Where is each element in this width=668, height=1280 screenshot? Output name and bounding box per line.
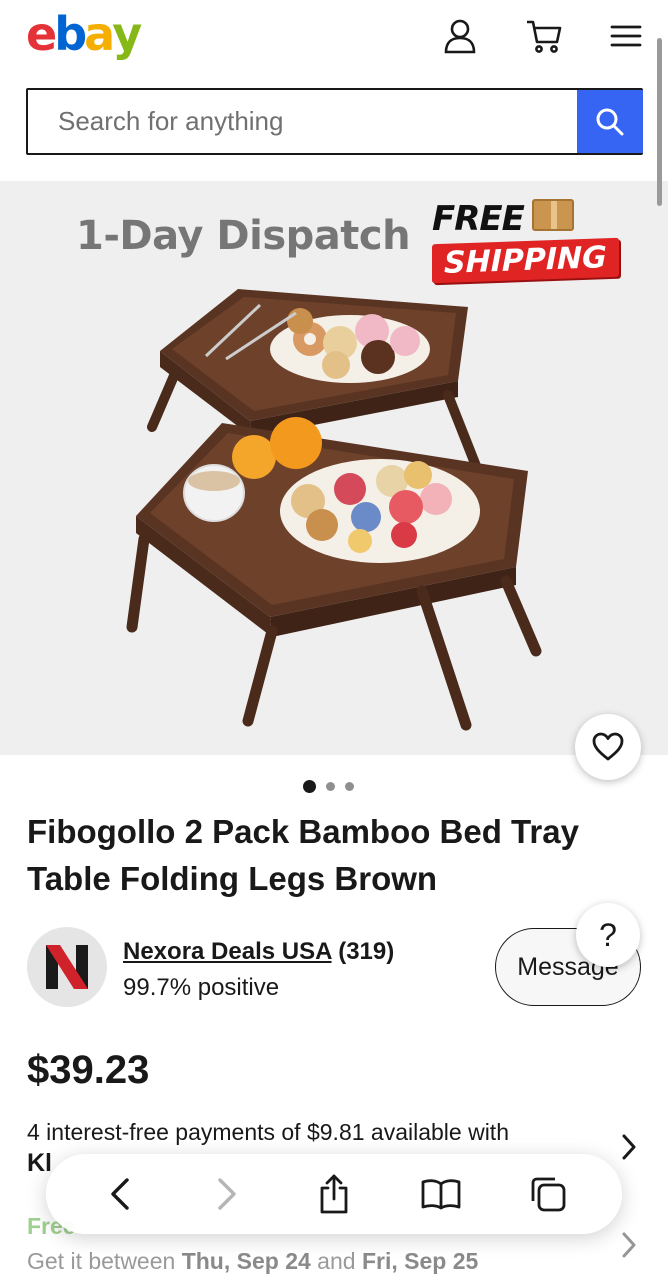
user-icon[interactable] — [440, 16, 480, 56]
logo-letter-a: a — [84, 7, 115, 61]
search-bar — [26, 88, 643, 155]
carousel-dot[interactable] — [303, 780, 316, 793]
product-image-carousel[interactable]: 1-Day Dispatch FREE SHIPPING — [0, 181, 668, 755]
seller-logo-icon — [46, 945, 88, 989]
help-button[interactable]: ? — [576, 903, 640, 967]
chevron-right-icon[interactable] — [618, 1132, 640, 1167]
product-photo — [126, 289, 542, 731]
seller-feedback-count: (319) — [338, 938, 395, 965]
payment-provider-logo: Kl — [27, 1149, 52, 1177]
delivery-estimate: Get it between Thu, Sep 24 and Fri, Sep … — [27, 1248, 478, 1275]
logo-letter-y: y — [112, 7, 142, 61]
seller-positive-rating: 99.7% positive — [123, 974, 280, 1001]
chevron-right-icon[interactable] — [618, 1230, 640, 1265]
search-button[interactable] — [577, 90, 643, 153]
seller-avatar[interactable] — [27, 927, 107, 1007]
page-scrollbar[interactable] — [657, 38, 662, 206]
delivery-date-end: Fri, Sep 25 — [361, 1248, 479, 1274]
header: ebay — [0, 0, 668, 80]
product-price: $39.23 — [27, 1048, 150, 1092]
installment-payments-text: 4 interest-free payments of $9.81 availa… — [27, 1119, 509, 1145]
delivery-date-start: Thu, Sep 24 — [181, 1248, 311, 1274]
cart-icon[interactable] — [524, 16, 564, 56]
carousel-dot[interactable] — [345, 782, 354, 791]
back-arrow-icon[interactable] — [92, 1166, 148, 1222]
watchlist-heart-button[interactable] — [575, 714, 641, 780]
forward-arrow-icon[interactable] — [199, 1166, 255, 1222]
search-input[interactable] — [28, 90, 577, 153]
heart-icon — [592, 732, 624, 761]
share-icon[interactable] — [306, 1166, 362, 1222]
logo-letter-b: b — [54, 7, 87, 61]
seller-name-line: Nexora Deals USA (319) — [123, 938, 394, 966]
seller-name-link[interactable]: Nexora Deals USA — [123, 938, 332, 965]
browser-toolbar — [46, 1154, 622, 1234]
product-title: Fibogollo 2 Pack Bamboo Bed Tray Table F… — [27, 813, 579, 897]
menu-icon[interactable] — [606, 16, 646, 56]
delivery-and: and — [310, 1248, 362, 1274]
bookmarks-icon[interactable] — [413, 1166, 469, 1222]
carousel-dot[interactable] — [326, 782, 335, 791]
tabs-icon[interactable] — [520, 1166, 576, 1222]
search-icon — [596, 108, 624, 135]
carousel-indicator — [303, 780, 354, 793]
delivery-prefix: Get it between — [27, 1248, 182, 1274]
ebay-logo[interactable]: ebay — [26, 6, 142, 62]
logo-letter-e: e — [26, 7, 57, 61]
